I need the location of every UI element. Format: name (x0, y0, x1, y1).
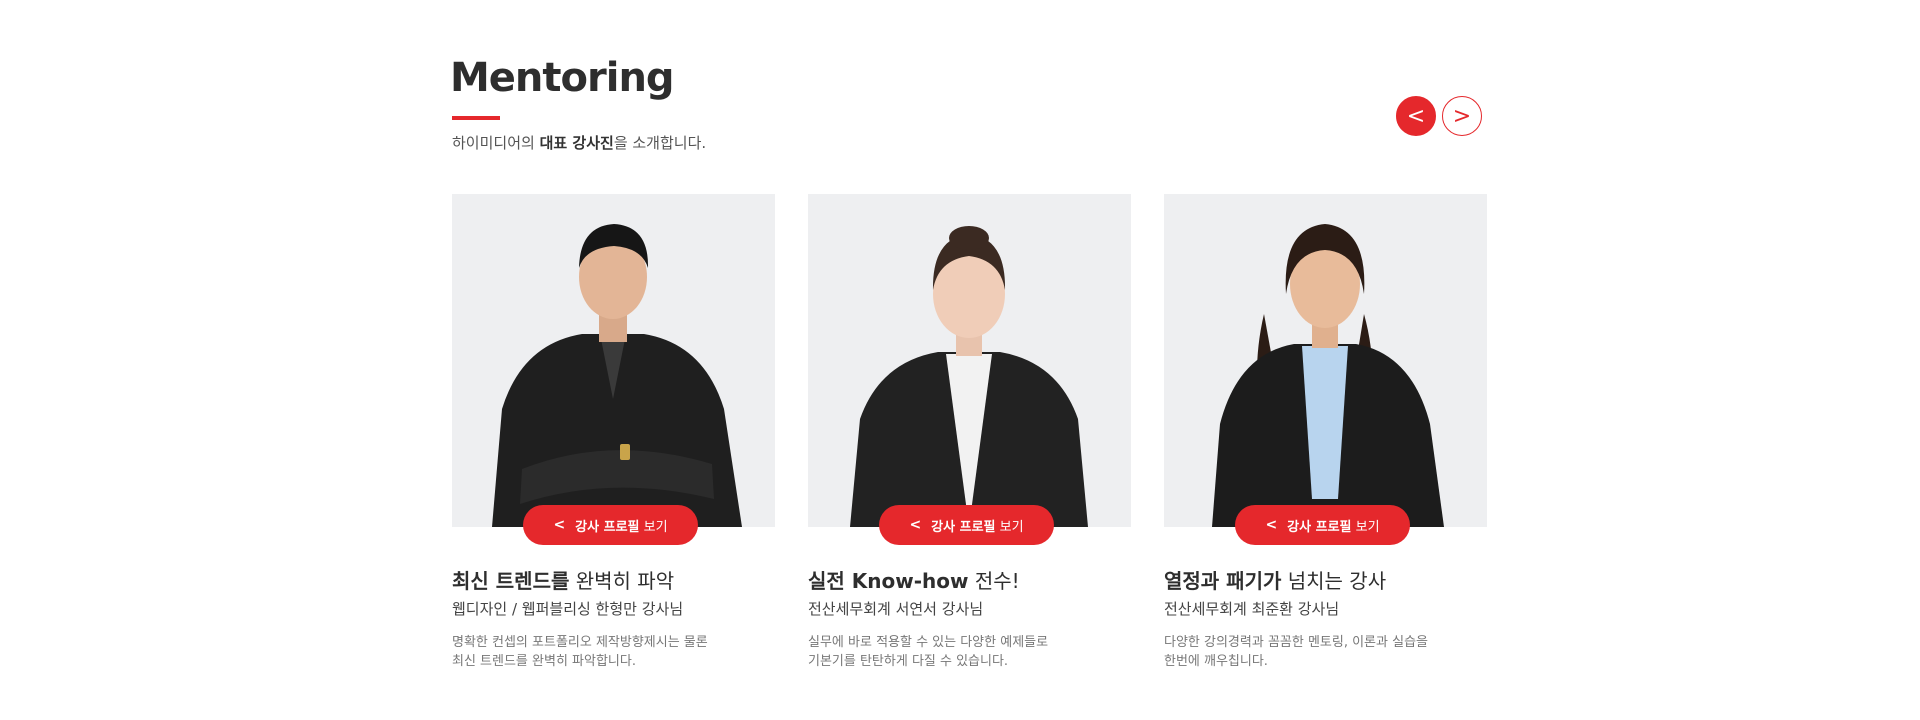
mentor-portrait-male-leather-jacket (492, 224, 742, 527)
description-line: 명확한 컨셉의 포트폴리오 제작방향제시는 물론 (452, 635, 708, 650)
mentor-photo (1164, 194, 1487, 527)
chevron-left-icon: < (553, 517, 566, 533)
next-button[interactable]: > (1442, 96, 1482, 136)
mentor-portrait-female-blazer (850, 226, 1088, 527)
subtitle-bold: 대표 강사진 (539, 134, 614, 152)
subtitle-suffix: 을 소개합니다. (613, 134, 707, 152)
profile-button-label: 강사 프로필 보기 (931, 519, 1024, 535)
card-headline: 열정과 패기가 넘치는 강사 (1164, 565, 1487, 594)
mentor-photo (808, 194, 1131, 527)
description-line: 기본기를 탄탄하게 다질 수 있습니다. (808, 654, 1009, 669)
mentor-name: 전산세무회계 서연서 강사님 (808, 600, 984, 618)
description-line: 실무에 바로 적용할 수 있는 다양한 예제들로 (808, 635, 1049, 650)
profile-button[interactable]: < 강사 프로필 보기 (523, 505, 698, 545)
headline-bold: 실전 Know-how (808, 569, 969, 593)
description-line: 다양한 강의경력과 꼼꼼한 멘토링, 이론과 실습을 (1164, 635, 1428, 650)
mentoring-section: Mentoring 하이미디어의 대표 강사진을 소개합니다. < > < 강사… (0, 0, 1920, 720)
subtitle-prefix: 하이미디어의 (452, 134, 540, 152)
mentor-description: 명확한 컨셉의 포트폴리오 제작방향제시는 물론 최신 트렌드를 완벽히 파악합… (452, 633, 775, 671)
headline-text: 완벽히 파악 (569, 569, 675, 593)
description-line: 한번에 깨우칩니다. (1164, 654, 1268, 669)
prev-button[interactable]: < (1396, 96, 1436, 136)
mentor-card: < 강사 프로필 보기 실전 Know-how 전수! 전산세무회계 서연서 강… (808, 194, 1131, 671)
description-line: 최신 트렌드를 완벽히 파악합니다. (452, 654, 636, 669)
mentor-card: < 강사 프로필 보기 열정과 패기가 넘치는 강사 전산세무회계 최준환 강사… (1164, 194, 1487, 671)
chevron-left-icon: < (1265, 517, 1278, 533)
carousel-nav: < > (1396, 96, 1482, 136)
mentor-description: 실무에 바로 적용할 수 있는 다양한 예제들로 기본기를 탄탄하게 다질 수 … (808, 633, 1131, 671)
mentor-cards: < 강사 프로필 보기 최신 트렌드를 완벽히 파악 웹디자인 / 웹퍼블리싱 … (452, 194, 1487, 671)
mentor-photo (452, 194, 775, 527)
card-headline: 최신 트렌드를 완벽히 파악 (452, 565, 775, 594)
section-subtitle: 하이미디어의 대표 강사진을 소개합니다. (452, 132, 706, 153)
profile-button[interactable]: < 강사 프로필 보기 (1235, 505, 1410, 545)
mentor-name: 전산세무회계 최준환 강사님 (1164, 600, 1340, 618)
title-underline (452, 116, 500, 120)
profile-button-label: 강사 프로필 보기 (575, 519, 668, 535)
mentor-description: 다양한 강의경력과 꼼꼼한 멘토링, 이론과 실습을 한번에 깨우칩니다. (1164, 633, 1487, 671)
mentor-portrait-female-blue-shirt (1212, 224, 1444, 527)
headline-text: 전수! (968, 569, 1020, 593)
mentor-card: < 강사 프로필 보기 최신 트렌드를 완벽히 파악 웹디자인 / 웹퍼블리싱 … (452, 194, 775, 671)
mentor-name: 웹디자인 / 웹퍼블리싱 한형만 강사님 (452, 600, 684, 618)
section-title: Mentoring (450, 55, 675, 101)
section-header: Mentoring 하이미디어의 대표 강사진을 소개합니다. (450, 58, 706, 153)
headline-text: 넘치는 강사 (1281, 569, 1387, 593)
profile-button-label: 강사 프로필 보기 (1287, 519, 1380, 535)
profile-button[interactable]: < 강사 프로필 보기 (879, 505, 1054, 545)
card-headline: 실전 Know-how 전수! (808, 565, 1131, 594)
chevron-left-icon: < (909, 517, 922, 533)
headline-bold: 최신 트렌드를 (452, 569, 570, 593)
headline-bold: 열정과 패기가 (1164, 569, 1282, 593)
